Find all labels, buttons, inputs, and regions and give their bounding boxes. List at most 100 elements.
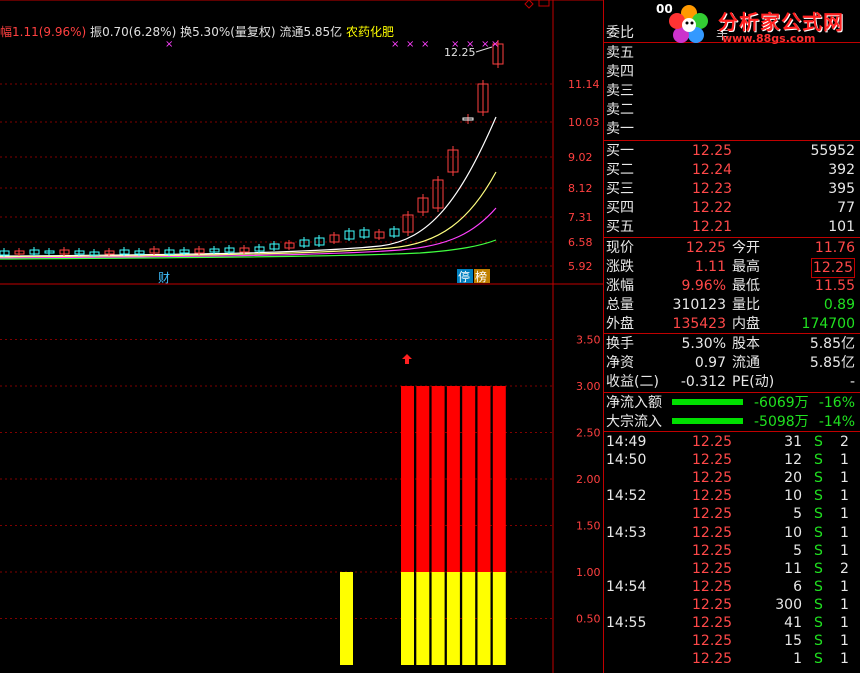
header-turnover-label: 换 <box>180 25 193 39</box>
quote-label: 总量 <box>606 297 634 313</box>
quote-label: 外盘 <box>606 316 634 332</box>
quote-label-2: 最高 <box>732 259 760 275</box>
tick-row: 12.25 15 S 1 <box>604 632 860 650</box>
header-sector: 农药化肥 <box>346 25 395 39</box>
logo-title: 分析家公式网 <box>718 10 844 34</box>
bid-row: 买三 12.23 395 <box>604 180 860 198</box>
quote-value-2: 11.55 <box>814 278 855 294</box>
tick-volume: 5 <box>793 506 802 523</box>
bid-price: 12.24 <box>692 162 733 178</box>
indicator-bar-red <box>401 386 414 572</box>
tick-count: 1 <box>840 633 849 650</box>
flow-bar <box>672 399 743 405</box>
indicator-axis: 3.50 3.00 2.50 2.00 1.50 1.00 0.50 <box>576 334 601 626</box>
quote-row: 涨幅 9.96% 最低 11.55 <box>604 277 860 295</box>
price-axis: 11.14 10.03 9.02 8.12 7.31 6.58 5.92 <box>568 78 600 273</box>
tick-side: S <box>814 470 823 487</box>
tick-price: 12.25 <box>692 506 733 523</box>
quote-label-2: 今开 <box>732 240 760 256</box>
fund-label-2: 股本 <box>732 336 760 352</box>
bid-row: 买一 12.25 55952 <box>604 142 860 160</box>
marker-ting: 停 <box>458 269 470 284</box>
quote-label: 涨幅 <box>606 278 634 294</box>
header-turnover: 5.30% <box>192 25 231 39</box>
tick-volume: 1 <box>793 651 802 668</box>
fund-row: 净资 0.97 流通 5.85亿 <box>604 354 860 372</box>
quote-label-2: 内盘 <box>732 316 760 332</box>
fund-value-2: 5.85亿 <box>809 336 855 352</box>
svg-text:×: × <box>491 39 499 50</box>
tick-row: 12.25 11 S 2 <box>604 560 860 578</box>
bid-label: 买二 <box>606 162 634 178</box>
ask-row: 卖一 <box>604 120 860 138</box>
indicator-bar-red <box>477 386 491 572</box>
ask-row: 卖二 <box>604 101 860 119</box>
tick-side: S <box>814 578 823 595</box>
ask-row: 卖四 <box>604 63 860 81</box>
tick-row: 14:52 12.25 10 S 1 <box>604 487 860 505</box>
bid-row: 买五 12.21 101 <box>604 218 860 236</box>
bid-label: 买五 <box>606 219 634 235</box>
tick-volume: 300 <box>775 596 802 613</box>
candlesticks <box>0 40 504 257</box>
tick-volume: 6 <box>793 578 802 595</box>
quote-value: 12.25 <box>685 240 726 256</box>
tick-row: 12.25 5 S 1 <box>604 542 860 560</box>
tick-count: 1 <box>840 542 849 559</box>
quote-row: 涨跌 1.11 最高 12.25 <box>604 258 860 278</box>
quote-value-2: 0.89 <box>823 297 855 313</box>
ma-line-white <box>0 116 497 257</box>
svg-text:×: × <box>391 39 399 50</box>
tick-count: 1 <box>840 488 849 505</box>
ask-row: 卖三 <box>604 82 860 100</box>
bid-label: 买一 <box>606 143 634 159</box>
tick-side: S <box>814 560 823 577</box>
quote-value: 310123 <box>672 297 726 313</box>
marker-cai: 财 <box>158 271 170 285</box>
header-float: 5.85亿 <box>303 25 343 39</box>
indicator-bar-yellow <box>340 572 353 665</box>
indicator-bar-yellow <box>446 572 460 665</box>
indicator-tick-label: 2.50 <box>576 427 601 440</box>
indicator-bars <box>340 386 506 665</box>
tick-count: 2 <box>840 434 849 450</box>
tick-side: S <box>814 615 823 631</box>
tick-side: S <box>814 633 823 650</box>
fund-value: 5.30% <box>681 336 726 352</box>
tick-time: 14:55 <box>606 615 647 631</box>
price-tick-label: 8.12 <box>568 182 593 195</box>
marker-bang: 榜 <box>475 269 487 284</box>
fund-row: 换手 5.30% 股本 5.85亿 <box>604 335 860 353</box>
tick-time: 14:53 <box>606 524 647 541</box>
tick-volume: 41 <box>784 615 802 631</box>
tick-price: 12.25 <box>692 542 733 559</box>
bid-price: 12.23 <box>692 181 733 197</box>
indicator-bar-yellow <box>431 572 445 665</box>
header-change: 1.11(9.96%) <box>12 25 87 39</box>
indicator-tick-label: 3.50 <box>576 334 601 347</box>
indicator-bar-yellow <box>462 572 476 665</box>
tick-volume: 11 <box>784 560 802 577</box>
tick-time: 14:54 <box>606 578 647 595</box>
tick-side: S <box>814 542 823 559</box>
bid-price: 12.22 <box>692 200 733 216</box>
tick-time: 14:50 <box>606 452 647 469</box>
kline-chart[interactable]: 11.14 10.03 9.02 8.12 7.31 6.58 5.92 3.50 3.00 2… <box>0 0 603 673</box>
tick-count: 1 <box>840 651 849 668</box>
fund-row: 收益(二) -0.312 PE(动) - <box>604 373 860 391</box>
tick-price: 12.25 <box>692 651 733 668</box>
tick-price: 12.25 <box>692 615 733 631</box>
tick-count: 1 <box>840 596 849 613</box>
indicator-bar-yellow <box>492 572 506 665</box>
bid-row: 买二 12.24 392 <box>604 161 860 179</box>
tick-count: 2 <box>840 560 849 577</box>
quote-value: 135423 <box>672 316 726 332</box>
ask-label: 卖三 <box>606 83 634 99</box>
fund-value: 0.97 <box>694 355 726 371</box>
tick-volume: 12 <box>784 452 802 469</box>
quote-value-2: 12.25 <box>810 258 855 278</box>
ma-line-yellow <box>0 171 497 258</box>
fund-label-2: 流通 <box>732 355 760 371</box>
tick-count: 1 <box>840 578 849 595</box>
stock-info-header: 幅1.11(9.96%) 振0.70(6.28%) 换5.30%(量复权) 流通… <box>0 23 394 40</box>
